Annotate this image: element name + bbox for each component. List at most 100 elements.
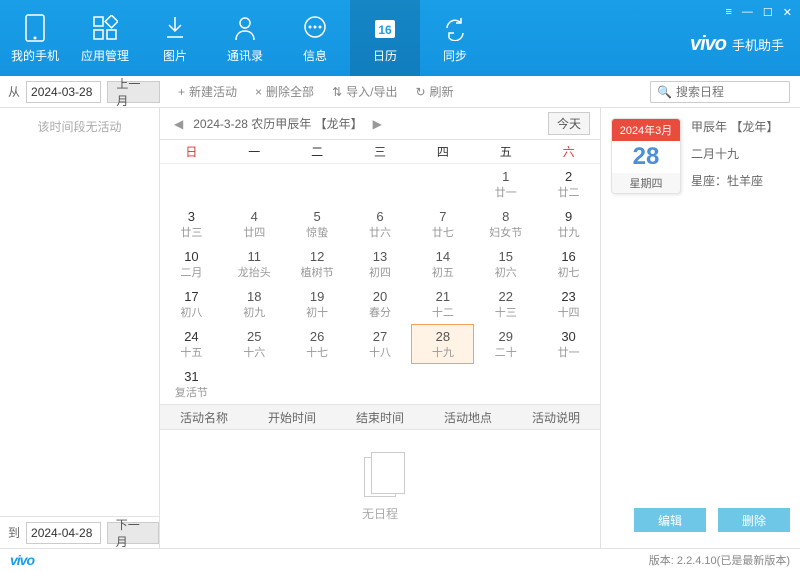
cal-next-icon[interactable]: ▶ xyxy=(369,117,386,131)
calendar-cell[interactable]: 10二月 xyxy=(160,244,223,284)
calendar-cell[interactable]: 20春分 xyxy=(349,284,412,324)
download-icon xyxy=(160,13,190,43)
calendar-icon: 16 xyxy=(370,13,400,43)
cal-prev-icon[interactable]: ◀ xyxy=(170,117,187,131)
calendar-title: 2024-3-28 农历甲辰年 【龙年】 xyxy=(193,115,362,132)
calendar-cell[interactable]: 14初五 xyxy=(411,244,474,284)
nav-my-phone[interactable]: 我的手机 xyxy=(0,0,70,76)
lunar-day: 二月十九 xyxy=(691,145,778,162)
calendar-cell[interactable]: 19初十 xyxy=(286,284,349,324)
calendar-cell[interactable]: 9廿九 xyxy=(537,204,600,244)
document-icon xyxy=(364,457,396,497)
nav-contacts[interactable]: 通讯录 xyxy=(210,0,280,76)
calendar-cell[interactable]: 28十九 xyxy=(411,324,474,364)
to-label: 到 xyxy=(8,524,20,541)
weekday-3: 三 xyxy=(349,140,412,163)
nav-apps[interactable]: 应用管理 xyxy=(70,0,140,76)
calendar-cell[interactable]: 6廿六 xyxy=(349,204,412,244)
activity-col-header: 活动名称 xyxy=(160,405,248,429)
delete-all-button[interactable]: ×删除全部 xyxy=(255,83,314,100)
calendar-cell xyxy=(411,364,474,404)
settings-icon[interactable]: ≡ xyxy=(725,6,731,19)
calendar-cell[interactable]: 25十六 xyxy=(223,324,286,364)
date-card: 2024年3月 28 星期四 xyxy=(611,118,681,194)
activity-header: 活动名称开始时间结束时间活动地点活动说明 xyxy=(160,404,600,430)
nav-calendar[interactable]: 16日历 xyxy=(350,0,420,76)
sync-icon xyxy=(440,13,470,43)
calendar-cell[interactable]: 21十二 xyxy=(411,284,474,324)
weekday-1: 一 xyxy=(223,140,286,163)
refresh-button[interactable]: ↻刷新 xyxy=(415,83,453,100)
weekday-6: 六 xyxy=(537,140,600,163)
calendar-cell[interactable]: 18初九 xyxy=(223,284,286,324)
apps-icon xyxy=(90,13,120,43)
phone-icon xyxy=(20,13,50,43)
right-panel: 2024年3月 28 星期四 甲辰年 【龙年】 二月十九 星座：牡羊座 编辑 删… xyxy=(600,108,800,548)
activity-empty: 无日程 xyxy=(160,430,600,548)
calendar-panel: ◀ 2024-3-28 农历甲辰年 【龙年】 ▶ 今天 日一二三四五六 1廿一2… xyxy=(160,108,600,548)
calendar-cell xyxy=(286,364,349,404)
calendar-cell xyxy=(223,164,286,204)
calendar-cell xyxy=(537,364,600,404)
calendar-cell[interactable]: 22十三 xyxy=(474,284,537,324)
calendar-cell xyxy=(223,364,286,404)
calendar-cell[interactable]: 13初四 xyxy=(349,244,412,284)
weekday-5: 五 xyxy=(474,140,537,163)
calendar-cell[interactable]: 27十八 xyxy=(349,324,412,364)
calendar-cell[interactable]: 12植树节 xyxy=(286,244,349,284)
to-date-input[interactable]: 2024-04-28 xyxy=(26,522,101,544)
prev-month-button[interactable]: 上一月 xyxy=(107,81,160,103)
calendar-cell xyxy=(474,364,537,404)
calendar-cell[interactable]: 7廿七 xyxy=(411,204,474,244)
maximize-icon[interactable]: ☐ xyxy=(763,6,773,19)
search-input[interactable] xyxy=(676,85,783,99)
activity-col-header: 活动说明 xyxy=(512,405,600,429)
nav-images[interactable]: 图片 xyxy=(140,0,210,76)
calendar-cell[interactable]: 31复活节 xyxy=(160,364,223,404)
calendar-cell[interactable]: 26十七 xyxy=(286,324,349,364)
calendar-cell[interactable]: 15初六 xyxy=(474,244,537,284)
date-card-week: 星期四 xyxy=(612,173,680,193)
calendar-cell[interactable]: 24十五 xyxy=(160,324,223,364)
minimize-icon[interactable]: — xyxy=(742,6,753,19)
calendar-cell xyxy=(286,164,349,204)
titlebar: 我的手机 应用管理 图片 通讯录 信息 16日历 同步 ≡ — ☐ ✕ vivo… xyxy=(0,0,800,76)
activity-col-header: 活动地点 xyxy=(424,405,512,429)
calendar-cell xyxy=(349,164,412,204)
edit-button[interactable]: 编辑 xyxy=(634,508,706,532)
calendar-cell[interactable]: 29二十 xyxy=(474,324,537,364)
calendar-cell[interactable]: 5惊蛰 xyxy=(286,204,349,244)
calendar-cell[interactable]: 3廿三 xyxy=(160,204,223,244)
import-export-button[interactable]: ⇅导入/导出 xyxy=(332,83,397,100)
no-schedule-text: 无日程 xyxy=(362,505,398,522)
calendar-cell xyxy=(160,164,223,204)
calendar-cell[interactable]: 30廿一 xyxy=(537,324,600,364)
new-activity-button[interactable]: +新建活动 xyxy=(178,83,237,100)
window-controls: ≡ — ☐ ✕ xyxy=(725,6,792,19)
calendar-cell[interactable]: 17初八 xyxy=(160,284,223,324)
year-label: 甲辰年 【龙年】 xyxy=(691,118,778,135)
delete-button[interactable]: 删除 xyxy=(718,508,790,532)
calendar-cell[interactable]: 4廿四 xyxy=(223,204,286,244)
search-box[interactable]: 🔍 xyxy=(650,81,790,103)
nav-messages[interactable]: 信息 xyxy=(280,0,350,76)
toolbar: 从 2024-03-28 上一月 +新建活动 ×删除全部 ⇅导入/导出 ↻刷新 … xyxy=(0,76,800,108)
brand-logo: vivo xyxy=(690,33,726,56)
next-month-button[interactable]: 下一月 xyxy=(107,522,159,544)
calendar-cell[interactable]: 1廿一 xyxy=(474,164,537,204)
today-button[interactable]: 今天 xyxy=(548,112,590,135)
svg-text:16: 16 xyxy=(378,23,392,37)
from-date-input[interactable]: 2024-03-28 xyxy=(26,81,101,103)
calendar-cell[interactable]: 11龙抬头 xyxy=(223,244,286,284)
calendar-cell[interactable]: 23十四 xyxy=(537,284,600,324)
calendar-cell[interactable]: 16初七 xyxy=(537,244,600,284)
plus-icon: + xyxy=(178,85,185,99)
zodiac-row: 星座：牡羊座 xyxy=(691,172,778,189)
footer-logo: vivo xyxy=(10,552,34,568)
close-icon[interactable]: ✕ xyxy=(783,6,792,19)
refresh-icon: ↻ xyxy=(415,85,425,99)
calendar-cell[interactable]: 2廿二 xyxy=(537,164,600,204)
weekday-0: 日 xyxy=(160,140,223,163)
calendar-cell[interactable]: 8妇女节 xyxy=(474,204,537,244)
nav-sync[interactable]: 同步 xyxy=(420,0,490,76)
